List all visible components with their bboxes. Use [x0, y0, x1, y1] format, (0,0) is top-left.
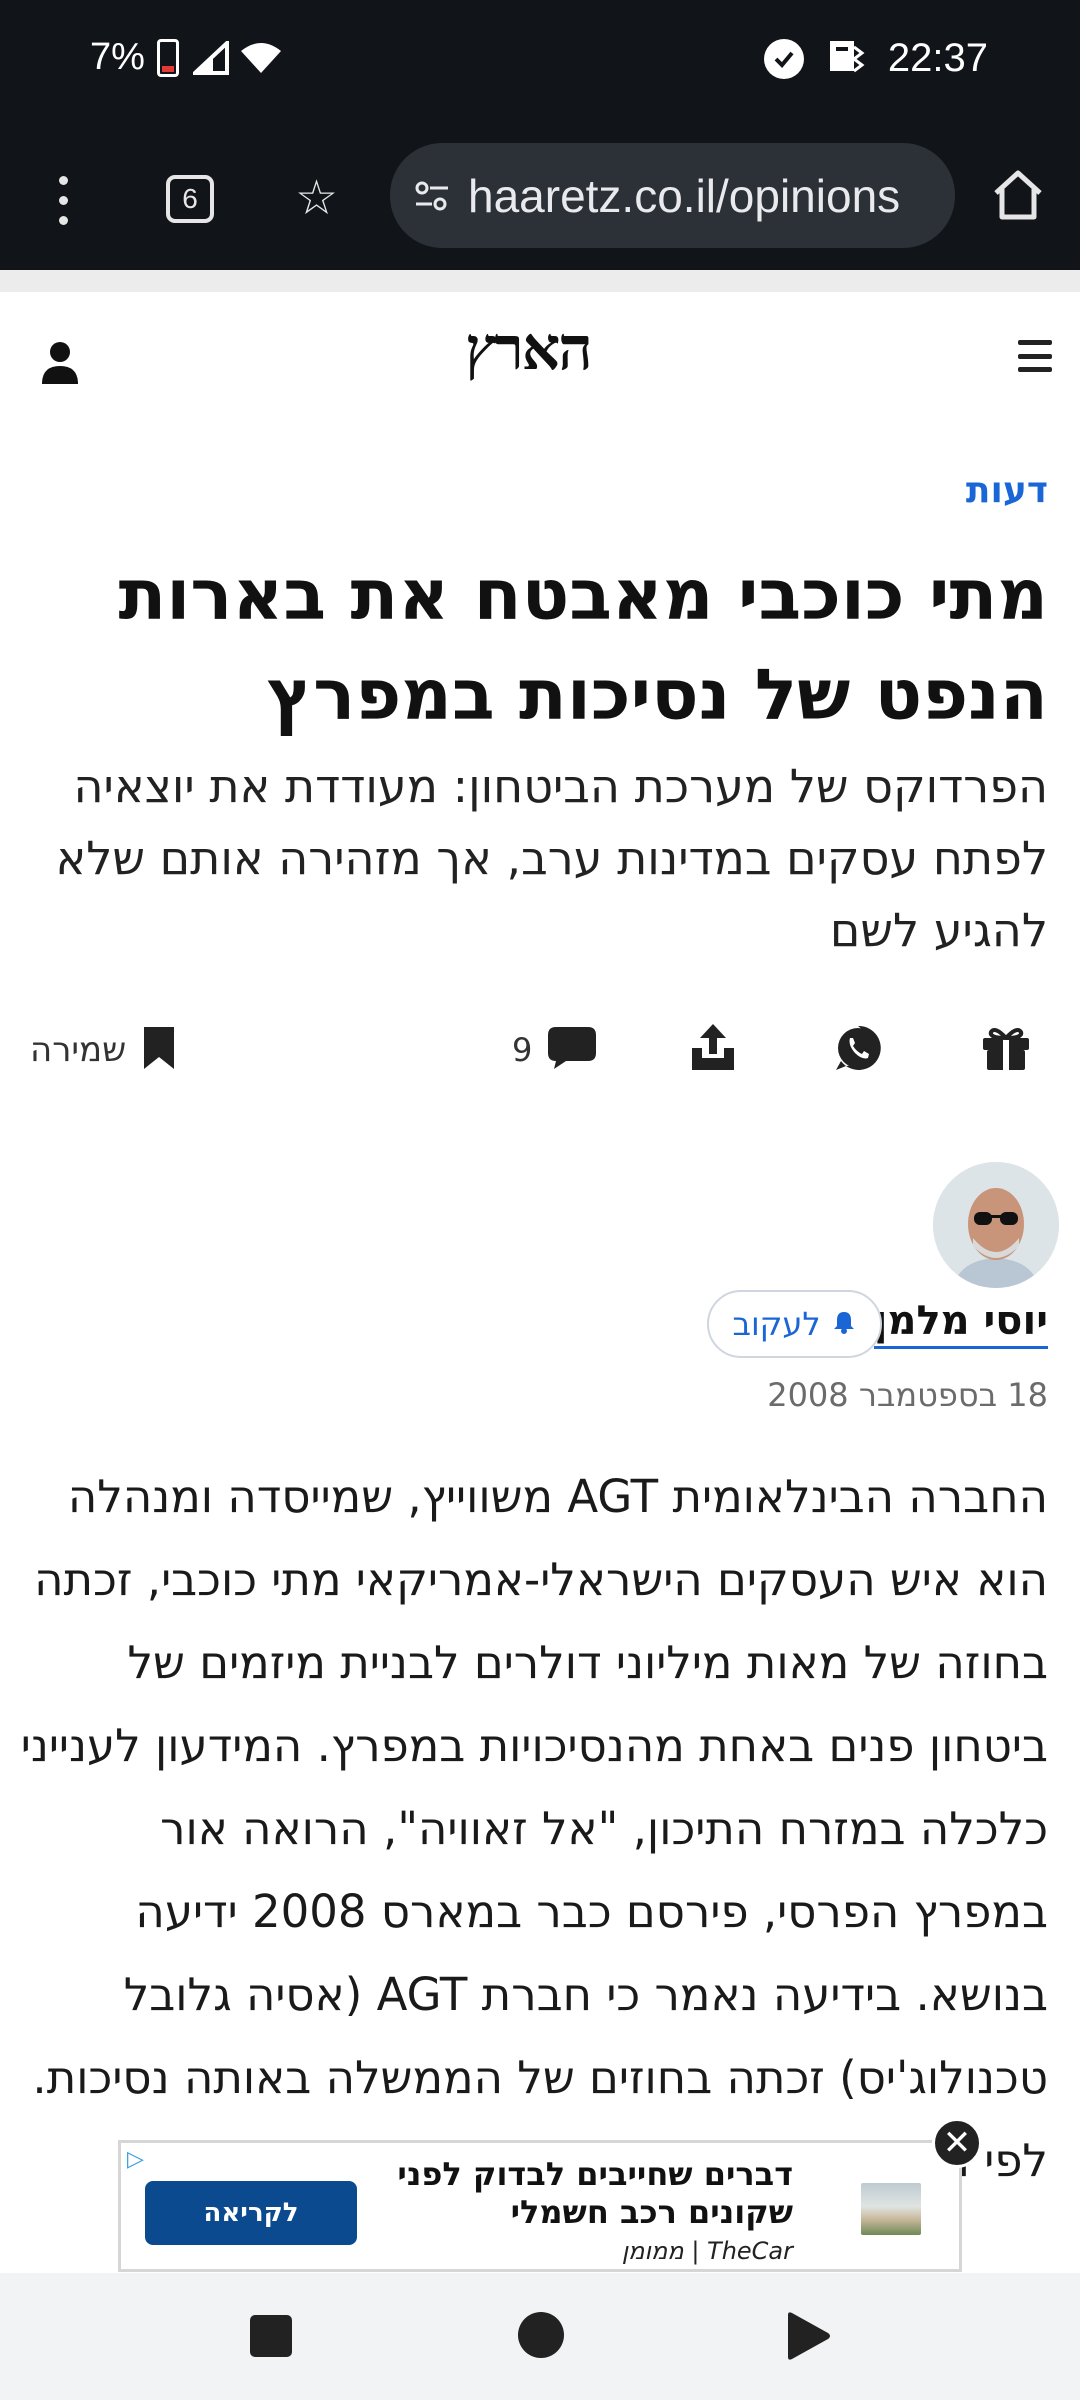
share-icon [688, 1022, 738, 1078]
recents-icon[interactable] [250, 2315, 292, 2357]
status-bar: 7% 22:37 [0, 0, 1080, 125]
status-right: 22:37 [763, 36, 988, 81]
ad-title[interactable]: דברים שחייבים לבדוק לפני שקונים רכב חשמל… [373, 2155, 793, 2231]
article-actions: שמירה 9 [0, 1010, 1080, 1090]
author-name[interactable]: יוסי מלמן [873, 1298, 1048, 1349]
adchoices-icon[interactable]: ▷ [127, 2147, 144, 2172]
article-headline: מתי כוכבי מאבטח את בארות הנפט של נסיכות … [118, 554, 1048, 736]
author-avatar[interactable] [933, 1162, 1059, 1288]
url-text[interactable]: haaretz.co.il/opinions [468, 169, 900, 223]
battery-low-icon [156, 38, 179, 77]
bell-icon [831, 1305, 857, 1343]
url-bar[interactable]: haaretz.co.il/opinions [390, 143, 955, 248]
site-logo[interactable]: הארץ [465, 314, 593, 384]
section-label[interactable]: דעות [966, 470, 1048, 511]
back-icon[interactable] [786, 2311, 832, 2365]
bookmark-icon [142, 1025, 176, 1075]
whatsapp-icon [833, 1023, 883, 1077]
follow-author-button[interactable]: לעקוב [707, 1290, 882, 1358]
clock: 22:37 [887, 36, 988, 80]
comment-icon [546, 1025, 598, 1075]
signal-icon [192, 40, 231, 75]
save-button[interactable]: שמירה [30, 1010, 176, 1090]
comments-count: 9 [512, 1031, 533, 1069]
home-icon[interactable] [990, 167, 1046, 227]
home-circle-icon[interactable] [518, 2312, 564, 2358]
site-header: הארץ [0, 292, 1080, 422]
ad-banner[interactable]: ▷ לקריאה דברים שחייבים לבדוק לפני שקונים… [118, 2140, 962, 2272]
more-vert-icon[interactable] [48, 170, 78, 230]
gift-article-button[interactable] [981, 1010, 1031, 1090]
check-circle-icon [763, 38, 804, 79]
user-icon[interactable] [40, 340, 80, 388]
system-nav-bar [0, 2273, 1080, 2400]
tabs-icon[interactable]: 6 [166, 175, 214, 223]
battery-percent: 7% [90, 36, 145, 78]
status-left: 7% [90, 36, 283, 79]
ad-thumbnail[interactable] [861, 2183, 921, 2235]
whatsapp-share-button[interactable] [833, 1010, 883, 1090]
notification-icon [826, 37, 866, 81]
browser-toolbar: 6 ☆ haaretz.co.il/opinions [0, 125, 1080, 270]
publish-date: 18 בספטמבר 2008 [767, 1376, 1048, 1414]
site-settings-icon[interactable] [412, 176, 452, 216]
gift-icon [981, 1024, 1031, 1076]
wifi-icon [239, 41, 283, 75]
save-label: שמירה [30, 1030, 127, 1070]
menu-icon[interactable] [1018, 340, 1052, 372]
comments-button[interactable]: 9 [512, 1010, 598, 1090]
article-body: החברה הבינלאומית AGT משווייץ, שמייסדה ומ… [20, 1470, 1048, 2187]
star-icon[interactable]: ☆ [295, 172, 338, 224]
ad-cta-button[interactable]: לקריאה [145, 2181, 357, 2245]
article-subheadline: הפרדוקס של מערכת הביטחון: מעודדת את יוצא… [55, 759, 1048, 957]
ad-source: TheCar | ממומן [621, 2237, 793, 2265]
share-button[interactable] [688, 1010, 738, 1090]
page-top-strip [0, 270, 1080, 292]
follow-label: לעקוב [732, 1305, 821, 1343]
ad-close-icon[interactable]: ✕ [932, 2118, 982, 2168]
